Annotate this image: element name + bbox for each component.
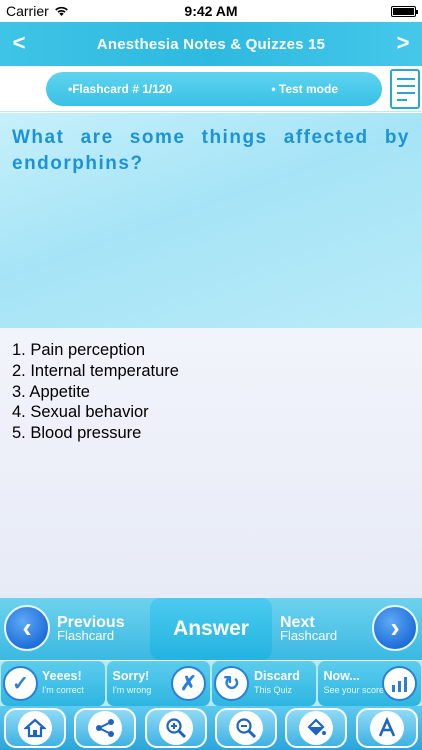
- zoom-in-icon: [158, 711, 193, 745]
- list-menu-icon[interactable]: [390, 69, 420, 109]
- chevron-left-icon: ‹: [4, 605, 50, 651]
- zoom-out-button[interactable]: [215, 708, 278, 748]
- answer-line: 5. Blood pressure: [12, 424, 142, 443]
- discard-label: Discard: [254, 669, 300, 683]
- tool-bar: [0, 706, 422, 750]
- header-bar: < Anesthesia Notes & Quizzes 15 >: [0, 22, 422, 66]
- battery-icon: [391, 5, 418, 17]
- home-button[interactable]: [4, 708, 67, 748]
- next-sublabel: Flashcard: [280, 628, 338, 643]
- wrong-button[interactable]: Sorry! I'm wrong ✗: [106, 661, 210, 706]
- chart-icon: [382, 666, 417, 701]
- paint-bucket-icon: [299, 711, 334, 745]
- theme-button[interactable]: [285, 708, 348, 748]
- see-score-button[interactable]: Now... See your score: [317, 661, 421, 706]
- home-icon: [18, 711, 53, 745]
- chevron-right-icon: ›: [372, 605, 418, 651]
- flashcard-navigation: ‹ Previous Flashcard Answer Next Flashca…: [0, 598, 422, 660]
- wrong-sublabel: I'm wrong: [112, 685, 152, 695]
- status-bar: Carrier 9:42 AM: [0, 0, 422, 22]
- share-icon: [88, 711, 123, 745]
- forward-arrow-icon[interactable]: >: [388, 28, 418, 58]
- share-button[interactable]: [74, 708, 137, 748]
- next-flashcard-button[interactable]: Next Flashcard ›: [272, 598, 422, 660]
- correct-sublabel: I'm correct: [42, 685, 84, 695]
- recycle-icon: ↻: [214, 666, 249, 701]
- mode-label: • Test mode: [271, 82, 338, 96]
- answer-line: 2. Internal temperature: [12, 361, 179, 380]
- answer-line: 1. Pain perception: [12, 341, 146, 359]
- quiz-action-row: ✓ Yeees! I'm correct Sorry! I'm wrong ✗ …: [0, 661, 422, 706]
- score-label: Now...: [323, 669, 360, 683]
- flashcard-counter: •Flashcard # 1/120: [68, 82, 173, 96]
- zoom-in-button[interactable]: [144, 708, 207, 748]
- page-title: Anesthesia Notes & Quizzes 15: [96, 35, 326, 53]
- correct-label: Yeees!: [42, 669, 82, 683]
- font-icon: [369, 711, 404, 745]
- status-time: 9:42 AM: [184, 3, 238, 19]
- back-arrow-icon[interactable]: <: [4, 28, 34, 58]
- previous-flashcard-button[interactable]: ‹ Previous Flashcard: [0, 598, 150, 660]
- score-sublabel: See your score: [323, 685, 385, 695]
- flashcard-info-row: •Flashcard # 1/120 • Test mode: [0, 66, 422, 112]
- question-text: What are some things affected by endorph…: [12, 127, 410, 174]
- check-icon: ✓: [3, 666, 38, 701]
- discard-sublabel: This Quiz: [254, 685, 293, 695]
- discard-quiz-button[interactable]: ↻ Discard This Quiz: [212, 661, 316, 706]
- wrong-label: Sorry!: [112, 669, 150, 683]
- answer-line: 4. Sexual behavior: [12, 403, 149, 422]
- question-panel: What are some things affected by endorph…: [0, 113, 422, 328]
- flashcard-info-pill: •Flashcard # 1/120 • Test mode: [46, 72, 382, 106]
- zoom-out-icon: [229, 711, 264, 745]
- font-button[interactable]: [355, 708, 418, 748]
- answer-line: 3. Appetite: [12, 382, 90, 401]
- cross-icon: ✗: [171, 666, 206, 701]
- previous-sublabel: Flashcard: [57, 628, 115, 643]
- correct-button[interactable]: ✓ Yeees! I'm correct: [1, 661, 105, 706]
- answer-panel: 1. Pain perception 2. Internal temperatu…: [0, 328, 422, 598]
- answer-button[interactable]: Answer: [150, 598, 272, 660]
